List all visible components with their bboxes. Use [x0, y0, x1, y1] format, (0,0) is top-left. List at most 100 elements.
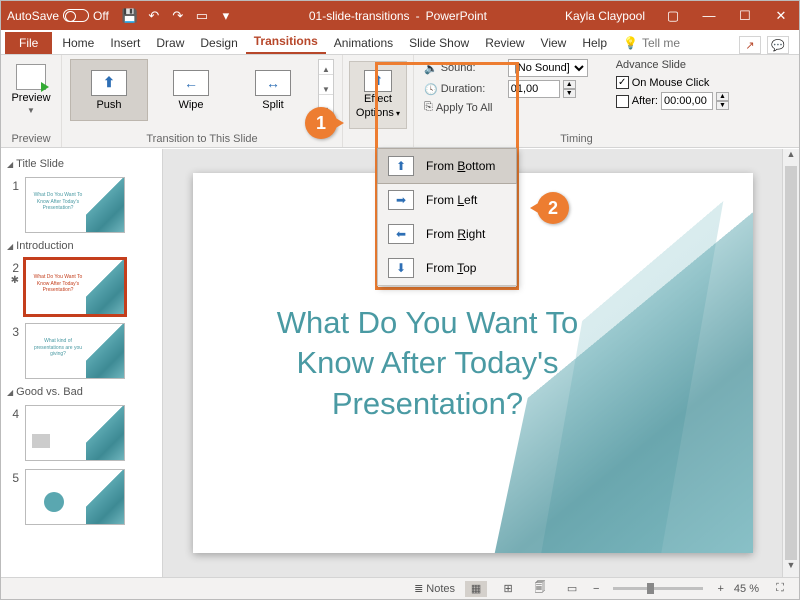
group-transition: ⬆ Push ← Wipe ↔ Split ▲ ▼ ▾ Transition t…	[62, 55, 343, 147]
ribbon: Preview ▼ Preview ⬆ Push ← Wipe ↔ Split …	[1, 55, 799, 148]
thumb-number: 2	[7, 259, 19, 275]
zoom-level[interactable]: 45 %	[734, 583, 759, 595]
tab-slideshow[interactable]: Slide Show	[401, 32, 477, 54]
undo-icon[interactable]: ↶	[143, 5, 165, 27]
duration-up[interactable]: ▲	[563, 80, 576, 89]
slide-thumb-2[interactable]: What Do You Want To Know After Today's P…	[25, 259, 125, 315]
after-input[interactable]	[661, 92, 713, 110]
fit-window-icon[interactable]: ⛶	[769, 581, 791, 597]
tab-transitions[interactable]: Transitions	[246, 30, 326, 54]
section-title-slide[interactable]: Title Slide	[5, 155, 158, 173]
checkbox-unchecked-icon	[616, 95, 629, 108]
app-name: PowerPoint	[426, 9, 487, 23]
maximize-icon[interactable]: ☐	[727, 1, 763, 30]
tab-animations[interactable]: Animations	[326, 32, 401, 54]
transition-indicator-icon: ✱	[11, 275, 19, 286]
group-effect-options: ⬆ Effect Options ▾	[343, 55, 414, 147]
checkbox-checked-icon: ✓	[616, 76, 629, 89]
sound-select[interactable]: [No Sound]	[508, 59, 588, 77]
toggle-icon	[63, 9, 89, 22]
tab-file[interactable]: File	[5, 32, 52, 54]
minimize-icon[interactable]: —	[691, 1, 727, 30]
sorter-view-icon[interactable]: ⊞	[497, 581, 519, 597]
status-bar: ≣Notes ▦ ⊞ 🗐 ▭ − + 45 % ⛶	[1, 577, 799, 599]
gallery-down-icon[interactable]: ▼	[319, 85, 333, 95]
group-label-preview: Preview	[9, 131, 53, 145]
notes-button[interactable]: ≣Notes	[414, 582, 455, 595]
apply-all-icon: ⎘	[424, 101, 433, 114]
duration-down[interactable]: ▼	[563, 89, 576, 98]
scroll-down-icon[interactable]: ▼	[783, 560, 799, 577]
apply-to-all-button[interactable]: ⎘ Apply To All	[424, 101, 588, 114]
preview-icon	[16, 64, 46, 90]
menu-from-bottom[interactable]: ⬆ From Bottom	[377, 148, 517, 184]
tell-me[interactable]: 💡Tell me	[615, 32, 688, 54]
slide-thumb-3[interactable]: What kind of presentations are you givin…	[25, 323, 125, 379]
tab-review[interactable]: Review	[477, 32, 532, 54]
slide-thumb-1[interactable]: What Do You Want To Know After Today's P…	[25, 177, 125, 233]
vertical-scrollbar[interactable]: ▲ ▼	[782, 149, 799, 577]
sound-label: Sound:	[441, 62, 505, 74]
comments-icon[interactable]: 💬	[767, 36, 789, 54]
menu-from-top[interactable]: ⬇ From Top	[378, 251, 516, 285]
ribbon-options-icon[interactable]: ▢	[655, 1, 691, 30]
slideshow-view-icon[interactable]: ▭	[561, 581, 583, 597]
scroll-up-icon[interactable]: ▲	[783, 149, 799, 166]
gallery-up-icon[interactable]: ▲	[319, 65, 333, 75]
share-icon[interactable]: ↗	[739, 36, 761, 54]
close-icon[interactable]: ✕	[763, 1, 799, 30]
user-name[interactable]: Kayla Claypool	[555, 9, 655, 23]
tab-help[interactable]: Help	[574, 32, 615, 54]
thumb-number: 5	[7, 469, 19, 485]
preview-button[interactable]: Preview ▼	[9, 59, 53, 119]
callout-badge-1: 1	[305, 107, 337, 139]
slide-title-text[interactable]: What Do You Want To Know After Today's P…	[243, 303, 613, 424]
redo-icon[interactable]: ↷	[167, 5, 189, 27]
zoom-slider[interactable]	[613, 587, 703, 590]
thumb-number: 3	[7, 323, 19, 339]
zoom-out-button[interactable]: −	[593, 583, 599, 595]
slide-thumb-4[interactable]	[25, 405, 125, 461]
after-label: After:	[632, 95, 658, 107]
start-show-icon[interactable]: ▭	[191, 5, 213, 27]
zoom-knob[interactable]	[647, 583, 654, 594]
reading-view-icon[interactable]: 🗐	[529, 581, 551, 597]
tab-home[interactable]: Home	[54, 32, 102, 54]
title-bar: AutoSave Off 💾 ↶ ↷ ▭ ▾ 01-slide-transiti…	[1, 1, 799, 30]
section-good-bad[interactable]: Good vs. Bad	[5, 383, 158, 401]
duration-input[interactable]	[508, 80, 560, 98]
normal-view-icon[interactable]: ▦	[465, 581, 487, 597]
save-icon[interactable]: 💾	[119, 5, 141, 27]
zoom-in-button[interactable]: +	[717, 583, 723, 595]
bulb-icon: 💡	[623, 36, 638, 50]
thumbnail-pane: Title Slide 1 What Do You Want To Know A…	[1, 149, 163, 577]
duration-label: Duration:	[441, 83, 505, 95]
thumb-number: 4	[7, 405, 19, 421]
slide-thumb-5[interactable]	[25, 469, 125, 525]
callout-badge-2: 2	[537, 192, 569, 224]
qat-more-icon[interactable]: ▾	[215, 5, 237, 27]
tab-view[interactable]: View	[533, 32, 575, 54]
tab-design[interactable]: Design	[192, 32, 245, 54]
thumb-number: 1	[7, 177, 19, 193]
duration-icon: 🕓	[424, 83, 438, 96]
after-checkbox-row[interactable]: After: ▲▼	[616, 92, 729, 110]
autosave-toggle[interactable]: AutoSave Off	[1, 9, 115, 23]
after-up[interactable]: ▲	[716, 92, 729, 101]
group-preview: Preview ▼ Preview	[1, 55, 62, 147]
tab-insert[interactable]: Insert	[102, 32, 148, 54]
transition-split[interactable]: ↔ Split	[234, 59, 312, 121]
section-introduction[interactable]: Introduction	[5, 237, 158, 255]
advance-slide-title: Advance Slide	[616, 59, 729, 71]
menu-from-left[interactable]: ➡ From Left	[378, 183, 516, 217]
on-mouse-click-checkbox[interactable]: ✓ On Mouse Click	[616, 76, 729, 89]
effect-options-menu: ⬆ From Bottom ➡ From Left ⬅ From Right ⬇…	[377, 148, 517, 286]
tab-draw[interactable]: Draw	[148, 32, 192, 54]
transition-push[interactable]: ⬆ Push	[70, 59, 148, 121]
menu-from-right[interactable]: ⬅ From Right	[378, 217, 516, 251]
from-right-icon: ⬅	[388, 224, 414, 244]
scroll-thumb[interactable]	[785, 166, 797, 560]
effect-options-button[interactable]: ⬆ Effect Options ▾	[349, 61, 407, 129]
after-down[interactable]: ▼	[716, 101, 729, 110]
transition-wipe[interactable]: ← Wipe	[152, 59, 230, 121]
